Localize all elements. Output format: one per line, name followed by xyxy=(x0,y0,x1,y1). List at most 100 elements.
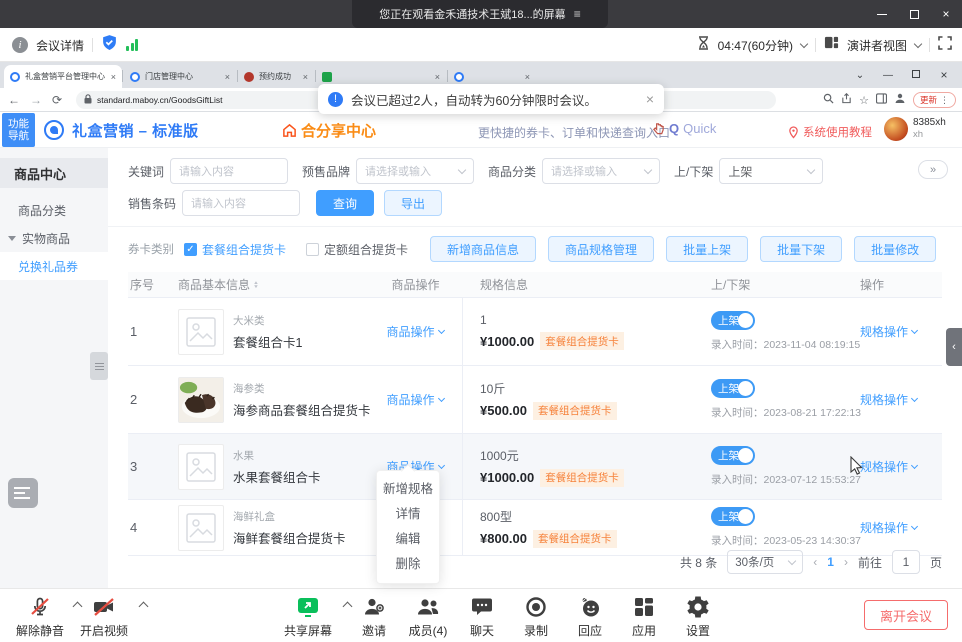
app-sidebar: 商品中心 商品分类 实物商品 兑换礼品券 xyxy=(0,148,108,588)
profile-icon[interactable] xyxy=(894,91,906,109)
batch-edit-button[interactable]: 批量修改 xyxy=(854,236,936,262)
shelf-select[interactable]: 上架 xyxy=(719,158,823,184)
tab-close-icon[interactable]: × xyxy=(225,72,230,82)
batch-on-shelf-button[interactable]: 批量上架 xyxy=(666,236,748,262)
browser-maximize-button[interactable] xyxy=(902,70,930,81)
brand-logo-icon xyxy=(44,120,64,140)
bookmark-star-icon[interactable]: ☆ xyxy=(859,94,869,107)
menu-item-edit[interactable]: 编辑 xyxy=(377,527,439,552)
leave-meeting-button[interactable]: 离开会议 xyxy=(864,600,948,630)
function-nav-toggle[interactable]: 功能 导航 xyxy=(2,113,35,147)
side-panel-icon[interactable] xyxy=(876,91,887,109)
export-button[interactable]: 导出 xyxy=(384,190,442,216)
brand-select[interactable]: 请选择或输入 xyxy=(356,158,474,184)
share-screen-button[interactable]: 共享屏幕 xyxy=(276,595,340,639)
barcode-input[interactable] xyxy=(182,190,300,216)
page-size-select[interactable]: 30条/页 xyxy=(727,550,803,574)
keyword-input[interactable] xyxy=(170,158,288,184)
user-block[interactable]: 8385xh xh xyxy=(884,117,946,141)
spec-op-dropdown[interactable]: 规格操作 xyxy=(860,458,942,475)
floating-list-button[interactable] xyxy=(8,478,38,508)
toast-close-icon[interactable]: × xyxy=(646,91,654,107)
tutorial-link[interactable]: 系统使用教程 xyxy=(788,124,872,140)
search-button[interactable]: 查询 xyxy=(316,190,374,216)
view-caret-icon[interactable] xyxy=(914,39,922,47)
col-product-info[interactable]: 商品基本信息 ▲▼ xyxy=(178,272,368,297)
spec-op-dropdown[interactable]: 规格操作 xyxy=(860,519,942,536)
tab-close-icon[interactable]: × xyxy=(435,72,440,82)
goto-page-input[interactable] xyxy=(892,550,920,574)
right-panel-collapse-tab[interactable]: ‹ xyxy=(946,328,962,366)
spec-op-dropdown[interactable]: 规格操作 xyxy=(860,323,942,340)
menu-item-delete[interactable]: 删除 xyxy=(377,552,439,577)
next-page-icon[interactable]: › xyxy=(844,555,848,569)
checkbox-unchecked-icon[interactable] xyxy=(306,243,319,256)
chevron-down-icon xyxy=(807,165,815,173)
browser-close-button[interactable]: × xyxy=(930,68,958,82)
browser-tab-1[interactable]: 礼盒营销平台管理中心 × xyxy=(4,65,122,88)
batch-off-shelf-button[interactable]: 批量下架 xyxy=(760,236,842,262)
fullscreen-icon[interactable] xyxy=(938,36,952,55)
sidebar-item-physical-goods[interactable]: 实物商品 xyxy=(0,224,108,252)
shelf-toggle[interactable]: 上架 xyxy=(711,507,755,526)
divider xyxy=(929,38,930,52)
checkbox-label-fixed-card[interactable]: 定额组合提货卡 xyxy=(324,241,408,258)
tab-close-icon[interactable]: × xyxy=(111,72,116,82)
browser-minimize-button[interactable]: — xyxy=(874,70,902,81)
close-button[interactable]: × xyxy=(930,0,962,28)
add-product-button[interactable]: 新增商品信息 xyxy=(430,236,536,262)
share-icon[interactable] xyxy=(841,91,852,109)
spec-op-dropdown[interactable]: 规格操作 xyxy=(860,391,942,408)
unmute-button[interactable]: 解除静音 xyxy=(8,595,72,639)
sidebar-section-product-center[interactable]: 商品中心 xyxy=(0,158,108,188)
banner-menu-icon[interactable]: ≡ xyxy=(574,7,581,21)
reload-icon[interactable]: ⟳ xyxy=(52,93,62,107)
category-select[interactable]: 请选择或输入 xyxy=(542,158,660,184)
zoom-search-icon[interactable] xyxy=(823,91,834,109)
product-op-dropdown[interactable]: 商品操作 xyxy=(386,323,443,340)
start-video-button[interactable]: 开启视频 xyxy=(72,595,136,639)
sidebar-item-product-category[interactable]: 商品分类 xyxy=(0,196,108,224)
select-placeholder: 请选择或输入 xyxy=(365,163,431,179)
sidebar-collapse-handle[interactable] xyxy=(90,352,108,380)
sort-icon[interactable]: ▲▼ xyxy=(253,281,259,289)
shelf-toggle[interactable]: 上架 xyxy=(711,379,755,398)
site-favicon xyxy=(322,72,332,82)
browser-tab-2[interactable]: 门店管理中心 × xyxy=(124,65,236,88)
chrome-update-button[interactable]: 更新 ⋮ xyxy=(913,92,956,108)
prev-page-icon[interactable]: ‹ xyxy=(813,555,817,569)
shelf-toggle[interactable]: 上架 xyxy=(711,446,755,465)
meeting-details-link[interactable]: 会议详情 xyxy=(36,37,84,54)
network-signal-icon[interactable] xyxy=(126,39,138,51)
product-category: 海参类 xyxy=(233,381,371,396)
browser-tab-3[interactable]: 预约成功 × xyxy=(238,65,314,88)
settings-button[interactable]: 设置 xyxy=(666,595,730,639)
chevron-down-icon xyxy=(911,394,918,401)
product-op-dropdown[interactable]: 商品操作 xyxy=(386,391,443,408)
entry-time: 录入时间：2023-05-23 14:30:37 xyxy=(711,533,858,548)
menu-item-add-spec[interactable]: 新增规格 xyxy=(377,477,439,502)
checkbox-checked-icon[interactable]: ✓ xyxy=(184,243,197,256)
shelf-toggle[interactable]: 上架 xyxy=(711,311,755,330)
view-mode-selector[interactable]: 演讲者视图 xyxy=(847,37,907,54)
quick-entry[interactable]: Q Quick xyxy=(652,121,716,136)
tab-search-caret-icon[interactable]: ⌄ xyxy=(846,70,874,81)
spec-manage-button[interactable]: 商品规格管理 xyxy=(548,236,654,262)
tab-divider xyxy=(447,70,448,82)
sidebar-item-gift-voucher[interactable]: 兑换礼品券 xyxy=(0,252,108,280)
filters-expand-button[interactable]: » xyxy=(918,160,948,179)
forward-icon[interactable]: → xyxy=(30,93,42,107)
tab-close-icon[interactable]: × xyxy=(525,72,530,82)
timer-caret-icon[interactable] xyxy=(800,39,808,47)
menu-item-detail[interactable]: 详情 xyxy=(377,502,439,527)
maximize-button[interactable] xyxy=(898,0,930,28)
share-center-link[interactable]: 合分享中心 xyxy=(282,120,376,141)
checkbox-label-combo-card[interactable]: 套餐组合提货卡 xyxy=(202,241,286,258)
video-options-caret-icon[interactable] xyxy=(139,602,149,612)
security-shield-icon[interactable] xyxy=(101,34,118,56)
back-icon[interactable]: ← xyxy=(8,93,20,107)
minimize-button[interactable] xyxy=(866,0,898,28)
entry-time: 录入时间：2023-11-04 08:19:15 xyxy=(711,337,858,352)
current-page[interactable]: 1 xyxy=(827,555,834,569)
tab-close-icon[interactable]: × xyxy=(303,72,308,82)
